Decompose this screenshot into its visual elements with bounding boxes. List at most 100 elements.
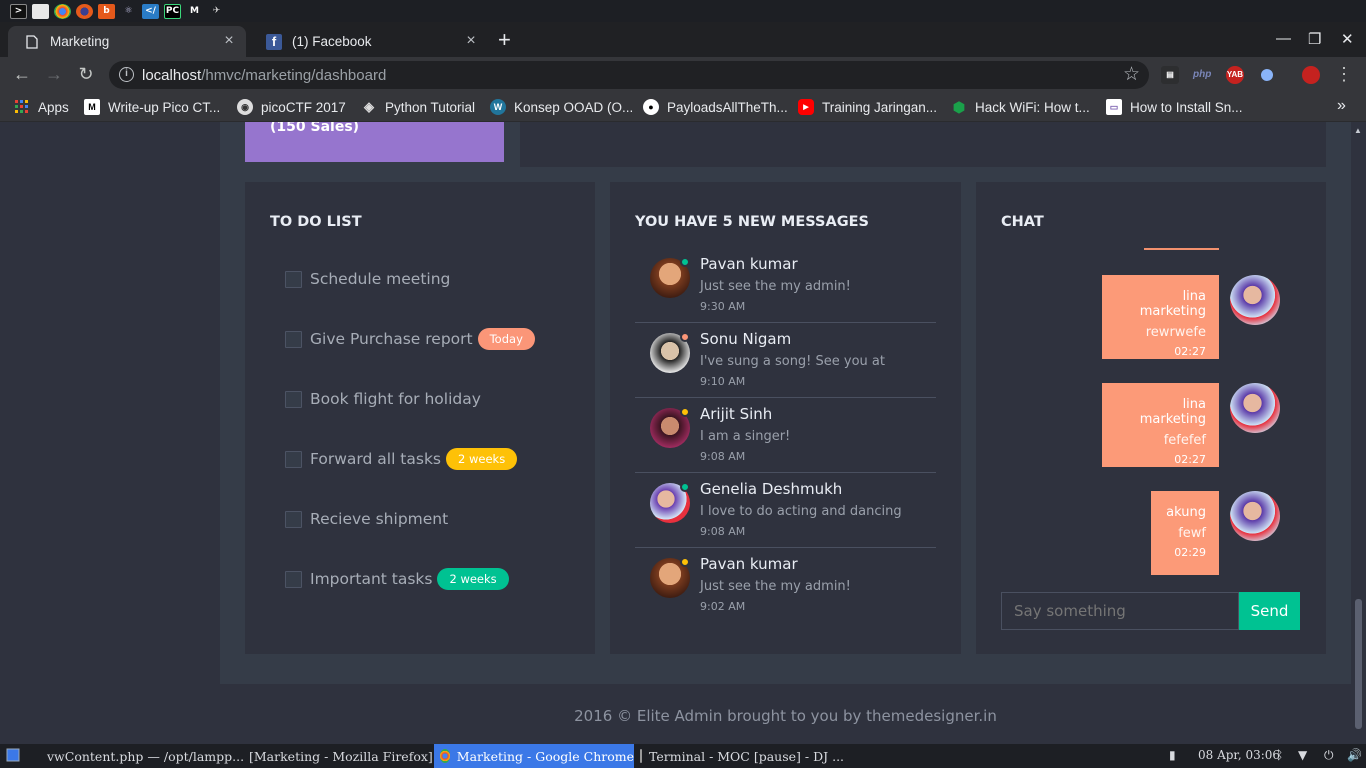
tab-close-icon[interactable]: × [220,32,238,50]
todo-checkbox[interactable] [285,450,302,468]
todo-checkbox[interactable] [285,330,302,348]
status-dot [680,332,690,342]
clipboard-icon[interactable]: ▮ [1169,748,1176,762]
taskbar-item-chrome[interactable]: Marketing - Google Chrome [434,744,634,768]
message-item[interactable]: Sonu Nigam I've sung a song! See you at … [635,323,936,398]
taskbar-label: Marketing - Google Chrome [456,748,634,764]
maximize-button[interactable]: ❐ [1308,30,1321,48]
pycharm-icon[interactable]: PC [164,3,181,19]
burp-icon[interactable]: b [98,3,115,19]
chat-avatar [1230,275,1280,325]
firefox-icon[interactable] [76,3,93,19]
taskbar-item-vwcontent[interactable]: vwContent.php — /opt/lampp... [34,744,244,768]
chat-time: 02:27 [1174,345,1206,358]
site-info-icon[interactable]: i [119,67,134,82]
bluetooth-icon[interactable]: ᛒ [1276,748,1283,762]
todo-item[interactable]: Important tasks 2 weeks [285,564,509,594]
extension-ring-icon[interactable] [1258,66,1276,84]
chrome-app-icon [440,749,450,763]
chat-time: 02:29 [1174,546,1206,559]
scroll-up-icon[interactable]: ▲ [1354,126,1362,135]
back-arrow-icon[interactable]: ← [10,64,34,85]
scrollbar-thumb[interactable] [1355,599,1362,729]
file-manager-icon[interactable] [32,3,49,19]
forward-arrow-icon[interactable]: → [42,64,66,85]
tab-marketing[interactable]: Marketing × [8,26,246,57]
extension-ninja-icon[interactable]: ▤ [1161,66,1179,84]
bookmark-apps[interactable]: Apps [14,99,69,115]
wifi-icon[interactable]: ▼ [1298,748,1307,762]
page-scrollbar[interactable]: ▲ [1351,122,1366,744]
minimize-button[interactable]: — [1276,30,1291,47]
bookmark-hackwifi[interactable]: ⬢ Hack WiFi: How t... [951,99,1090,115]
php-extension-icon[interactable]: php [1193,66,1211,84]
volume-icon[interactable]: 🔊 [1347,748,1362,762]
message-preview: I love to do acting and dancing [700,504,902,519]
bookmark-payloads[interactable]: ● PayloadsAllTheTh... [643,99,788,115]
url-text[interactable]: localhost/hmvc/marketing/dashboard [142,67,386,84]
chat-time: 02:27 [1174,453,1206,466]
message-sender: Genelia Deshmukh [700,480,843,498]
power-icon[interactable]: ⏻ [1324,748,1334,763]
mail-icon[interactable]: M [186,4,203,19]
todo-checkbox[interactable] [285,510,302,528]
todo-item[interactable]: Recieve shipment [285,504,448,534]
terminal-icon[interactable]: > [10,3,27,19]
todo-checkbox[interactable] [285,390,302,408]
todo-item[interactable]: Forward all tasks 2 weeks [285,444,518,474]
bookmark-ooad[interactable]: W Konsep OOAD (O... [490,99,633,115]
taskbar-item-firefox[interactable]: [Marketing - Mozilla Firefox] [236,744,433,768]
message-sender: Arijit Sinh [700,405,773,423]
message-item[interactable]: Arijit Sinh I am a singer! 9:08 AM [635,398,936,473]
vscode-icon[interactable]: </ [142,3,159,19]
todo-item[interactable]: Schedule meeting [285,264,450,294]
todo-panel: TO DO LIST Schedule meeting Give Purchas… [245,182,595,654]
wordpress-icon: W [490,99,506,115]
bookmark-label: PayloadsAllTheTh... [667,99,788,115]
bookmark-star-icon[interactable]: ☆ [1123,63,1140,86]
chat-message-input[interactable] [1001,592,1239,630]
taskbar-item-terminal[interactable]: Terminal - MOC [pause] - DJ ... [636,744,844,768]
bookmarks-overflow-icon[interactable]: » [1337,97,1346,115]
bookmark-label: Python Tutorial [385,99,476,115]
bookmark-writeup[interactable]: M Write-up Pico CT... [84,99,220,115]
tab-facebook[interactable]: f (1) Facebook × [250,26,488,57]
yab-extension-icon[interactable]: YAB [1226,66,1244,84]
menu-kebab-icon[interactable]: ⋮ [1332,64,1356,85]
todo-label: Forward all tasks [310,450,442,468]
message-preview: Just see the my admin! [700,279,851,294]
messages-panel: YOU HAVE 5 NEW MESSAGES Pavan kumar Just… [610,182,961,654]
atom-icon[interactable]: ⚛ [120,4,137,19]
todo-item[interactable]: Book flight for holiday [285,384,481,414]
message-preview: Just see the my admin! [700,579,851,594]
bookmark-picoctf[interactable]: ◉ picoCTF 2017 [237,99,346,115]
medium-icon: M [84,99,100,115]
clock[interactable]: 08 Apr, 03:06 [1198,748,1280,762]
address-bar[interactable]: i localhost/hmvc/marketing/dashboard ☆ [109,61,1149,89]
site-icon: ▭ [1106,99,1122,115]
pin-icon[interactable]: ✈ [208,4,225,19]
todo-badge: Today [477,328,535,350]
taskbar-label: vwContent.php — /opt/lampp... [47,748,245,764]
reload-icon[interactable]: ↻ [74,64,98,85]
todo-checkbox[interactable] [285,570,302,588]
todo-checkbox[interactable] [285,270,302,288]
show-desktop-icon[interactable] [6,748,20,765]
message-item[interactable]: Pavan kumar Just see the my admin! 9:30 … [635,248,936,323]
bookmark-python[interactable]: ◈ Python Tutorial [361,99,475,115]
message-time: 9:10 AM [700,375,746,388]
message-item[interactable]: Pavan kumar Just see the my admin! 9:02 … [635,548,936,623]
bookmark-install[interactable]: ▭ How to Install Sn... [1106,99,1243,115]
close-window-button[interactable]: ✕ [1341,30,1354,48]
profile-avatar-icon[interactable] [1302,66,1320,84]
sales-stat-card: (150 Sales) [245,122,504,162]
chrome-icon[interactable] [54,3,71,19]
status-dot [680,557,690,567]
new-tab-button[interactable]: + [498,27,511,53]
todo-item[interactable]: Give Purchase report Today [285,324,535,354]
message-item[interactable]: Genelia Deshmukh I love to do acting and… [635,473,936,548]
status-dot [680,482,690,492]
tab-close-icon[interactable]: × [462,32,480,50]
bookmark-training[interactable]: ▶ Training Jaringan... [798,99,937,115]
send-button[interactable]: Send [1239,592,1300,630]
